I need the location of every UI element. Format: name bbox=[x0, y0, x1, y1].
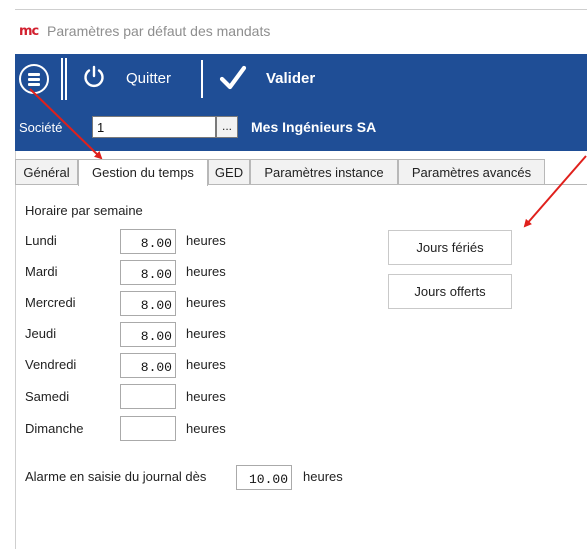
tab-general[interactable]: Général bbox=[15, 159, 78, 185]
company-label: Société bbox=[19, 120, 63, 135]
window-title: Paramètres par défaut des mandats bbox=[47, 23, 271, 39]
alarm-unit-label: heures bbox=[303, 469, 343, 484]
day-label-sunday: Dimanche bbox=[25, 421, 84, 436]
checkmark-icon[interactable] bbox=[219, 65, 247, 91]
unit-label: heures bbox=[186, 326, 226, 341]
unit-label: heures bbox=[186, 264, 226, 279]
days-off-button[interactable]: Jours offerts bbox=[388, 274, 512, 309]
day-label-saturday: Samedi bbox=[25, 389, 70, 404]
unit-label: heures bbox=[186, 421, 226, 436]
thursday-hours-input[interactable] bbox=[120, 322, 176, 347]
tuesday-hours-input[interactable] bbox=[120, 260, 176, 285]
tab-time-management[interactable]: Gestion du temps bbox=[78, 159, 208, 186]
company-name: Mes Ingénieurs SA bbox=[251, 119, 377, 135]
hamburger-menu-icon[interactable] bbox=[19, 64, 49, 94]
section-title: Horaire par semaine bbox=[25, 203, 143, 218]
monday-hours-input[interactable] bbox=[120, 229, 176, 254]
alarm-hours-input[interactable] bbox=[236, 465, 292, 490]
validate-button[interactable]: Valider bbox=[266, 70, 315, 87]
title-bar: mc Paramètres par défaut des mandats bbox=[15, 10, 587, 54]
day-label-wednesday: Mercredi bbox=[25, 295, 76, 310]
sunday-hours-input[interactable] bbox=[120, 416, 176, 441]
toolbar-separator bbox=[61, 58, 63, 100]
day-label-thursday: Jeudi bbox=[25, 326, 57, 341]
quit-button[interactable]: Quitter bbox=[126, 70, 171, 87]
holidays-button[interactable]: Jours fériés bbox=[388, 230, 512, 265]
app-logo: mc bbox=[19, 24, 39, 39]
tab-ged[interactable]: GED bbox=[208, 159, 250, 185]
power-icon[interactable] bbox=[82, 65, 106, 89]
toolbar-separator bbox=[65, 58, 67, 100]
alarm-label: Alarme en saisie du journal dès bbox=[25, 469, 207, 484]
unit-label: heures bbox=[186, 389, 226, 404]
toolbar: Quitter Valider Société ... Mes Ingénieu… bbox=[15, 54, 587, 151]
saturday-hours-input[interactable] bbox=[120, 384, 176, 409]
unit-label: heures bbox=[186, 295, 226, 310]
day-label-monday: Lundi bbox=[25, 233, 57, 248]
tab-instance-settings[interactable]: Paramètres instance bbox=[250, 159, 398, 185]
company-code-input[interactable] bbox=[92, 116, 216, 138]
day-label-friday: Vendredi bbox=[25, 357, 77, 372]
wednesday-hours-input[interactable] bbox=[120, 291, 176, 316]
unit-label: heures bbox=[186, 233, 226, 248]
unit-label: heures bbox=[186, 357, 226, 372]
friday-hours-input[interactable] bbox=[120, 353, 176, 378]
toolbar-separator bbox=[201, 60, 203, 98]
tab-advanced-settings[interactable]: Paramètres avancés bbox=[398, 159, 545, 185]
day-label-tuesday: Mardi bbox=[25, 264, 58, 279]
company-browse-button[interactable]: ... bbox=[216, 116, 238, 138]
